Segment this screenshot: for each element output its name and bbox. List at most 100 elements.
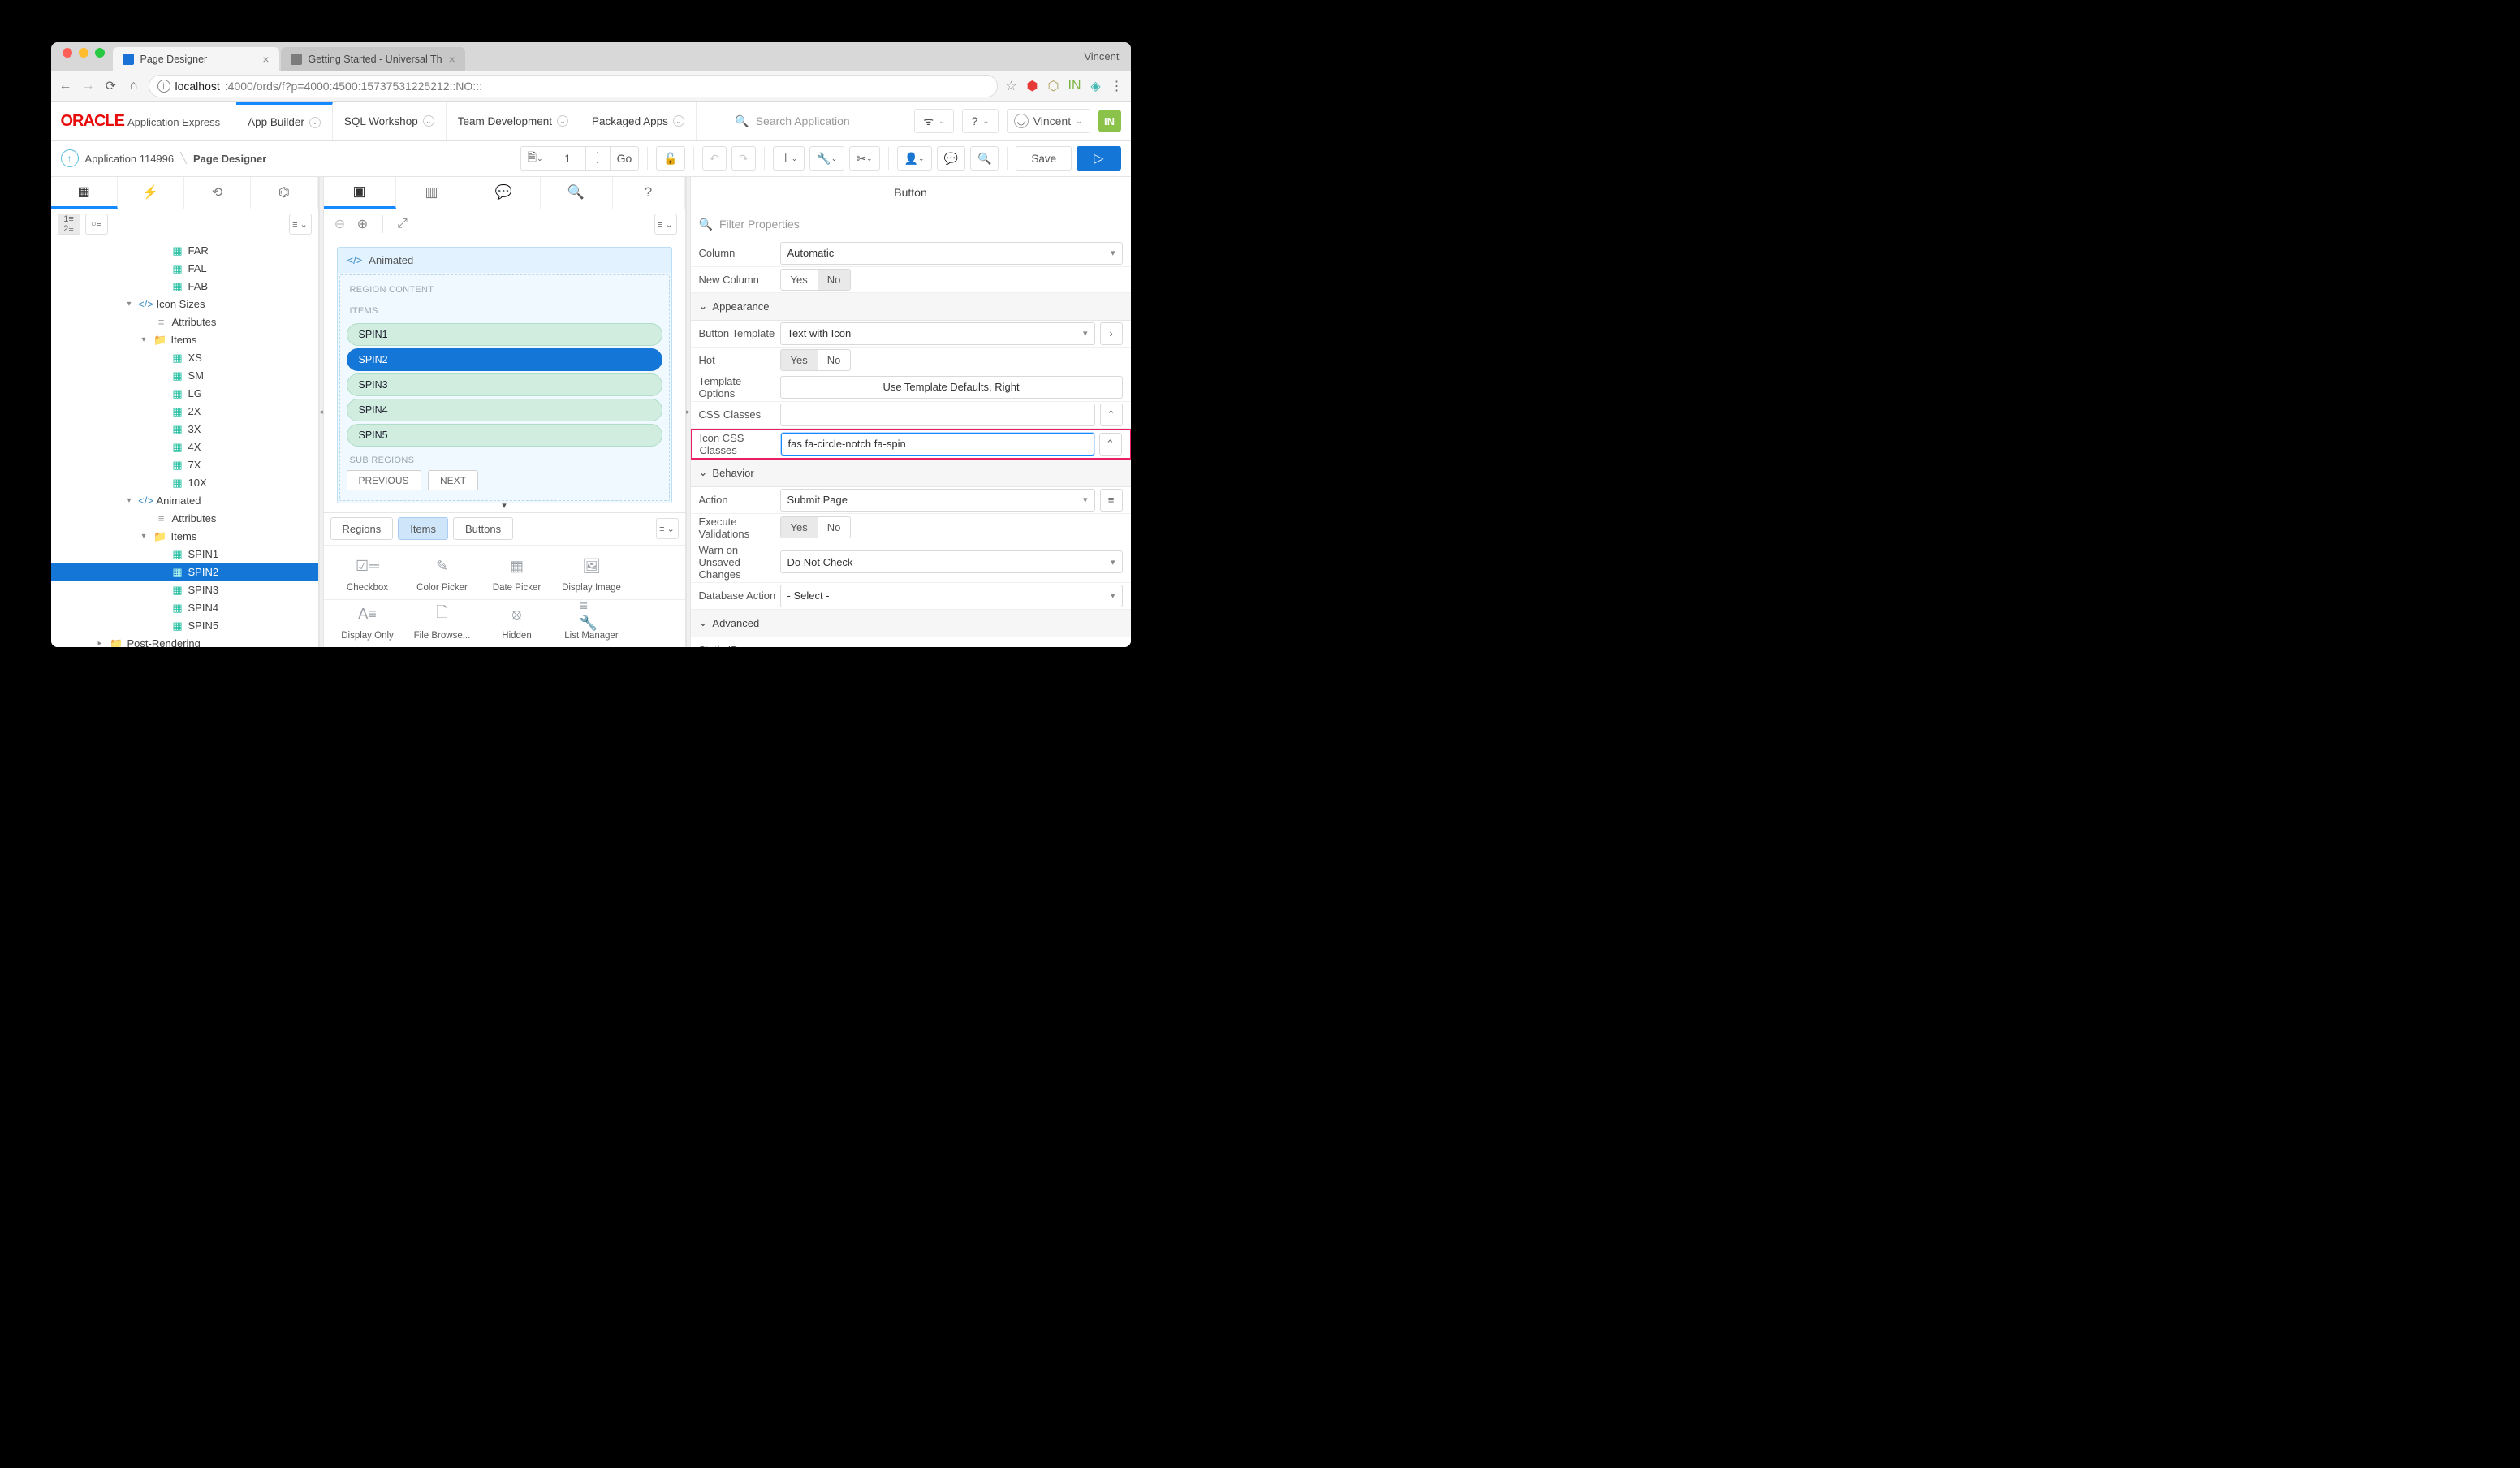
run-button[interactable]: ▷ xyxy=(1077,146,1120,171)
advisor-button[interactable]: 🔍 xyxy=(970,146,999,171)
shield-icon[interactable]: ◈ xyxy=(1089,79,1103,93)
invision-ext-icon[interactable]: IN xyxy=(1068,79,1082,93)
group-behavior[interactable]: ⌄Behavior xyxy=(691,460,1131,487)
gallery-display-image[interactable]: 🖼Display Image xyxy=(554,557,629,593)
subtab-previous[interactable]: PREVIOUS xyxy=(347,470,421,490)
menu-packaged-apps[interactable]: Packaged Apps⌄ xyxy=(580,102,697,140)
address-bar[interactable]: i localhost:4000/ords/f?p=4000:4500:1573… xyxy=(149,75,998,97)
item-spin4[interactable]: SPIN4 xyxy=(347,399,662,421)
gallery-list-manager[interactable]: ≡🔧List Manager xyxy=(554,605,629,641)
messages-tab-icon[interactable]: 💬 xyxy=(468,177,541,209)
gallery-date-picker[interactable]: ▦Date Picker xyxy=(480,557,554,593)
item-spin1[interactable]: SPIN1 xyxy=(347,323,662,346)
admin-menu[interactable]: ᯤ⌄ xyxy=(914,109,954,133)
go-button[interactable]: Go xyxy=(610,146,640,171)
menu-app-builder[interactable]: App Builder⌄ xyxy=(236,102,333,140)
utilities-menu[interactable]: 🔧⌄ xyxy=(809,146,844,171)
adblock-icon[interactable]: ⬢ xyxy=(1025,79,1040,93)
group-appearance[interactable]: ⌄Appearance xyxy=(691,293,1131,321)
subtab-next[interactable]: NEXT xyxy=(428,470,478,490)
list-button[interactable]: ≡ xyxy=(1100,489,1123,512)
input-css-classes[interactable] xyxy=(780,404,1095,426)
gallery-checkbox[interactable]: ☑═Checkbox xyxy=(330,557,405,593)
btn-template-options[interactable]: Use Template Defaults, Right xyxy=(780,376,1123,399)
zoom-window[interactable] xyxy=(95,48,105,58)
account-menu[interactable]: ◡Vincent⌄ xyxy=(1007,109,1090,133)
menu-team-dev[interactable]: Team Development⌄ xyxy=(447,102,580,140)
star-icon[interactable]: ☆ xyxy=(1004,79,1019,93)
invision-badge[interactable]: IN xyxy=(1098,110,1121,132)
select-column[interactable]: Automatic▾ xyxy=(780,242,1123,265)
crumb-app[interactable]: Application 114996 xyxy=(85,153,175,165)
comments-button[interactable]: 💬 xyxy=(937,146,965,171)
sort-type-button[interactable]: ○≡ xyxy=(85,214,108,235)
help-menu[interactable]: ?⌄ xyxy=(962,109,998,133)
toggle-hot[interactable]: YesNo xyxy=(780,349,852,371)
component-view-icon[interactable]: ▥ xyxy=(396,177,468,209)
tree-item-spin2[interactable]: ▦SPIN2 xyxy=(51,563,318,581)
forward-icon[interactable]: → xyxy=(80,78,97,94)
zoom-out-icon[interactable]: ⊖ xyxy=(332,216,348,232)
expand-icon[interactable]: ⤢ xyxy=(395,216,411,232)
gallery-tab-regions[interactable]: Regions xyxy=(330,517,394,540)
create-menu[interactable]: ＋⌄ xyxy=(773,146,805,171)
browser-tab-2[interactable]: Getting Started - Universal Th × xyxy=(281,47,465,71)
expand-button[interactable]: ⌃ xyxy=(1100,404,1123,426)
rendering-tree[interactable]: ▦FAR ▦FAL ▦FAB ▾</>Icon Sizes ≡Attribute… xyxy=(51,240,318,647)
up-icon[interactable]: ↑ xyxy=(61,149,79,167)
home-icon[interactable]: ⌂ xyxy=(126,78,142,94)
shared-tab-icon[interactable]: ⌬ xyxy=(251,177,317,209)
menu-icon[interactable]: ⋮ xyxy=(1110,79,1124,93)
tree-menu-button[interactable]: ≡ ⌄ xyxy=(289,214,312,235)
layout-tab-icon[interactable]: ▣ xyxy=(324,177,396,209)
pin-icon[interactable]: ⬡ xyxy=(1046,79,1061,93)
close-window[interactable] xyxy=(63,48,72,58)
rendering-tab-icon[interactable]: ▦ xyxy=(51,177,118,209)
gallery-color-picker[interactable]: ✎Color Picker xyxy=(405,557,480,593)
chevron-down-icon[interactable]: ▾ xyxy=(502,500,507,511)
gallery-file-browse[interactable]: 🗋File Browse... xyxy=(405,605,480,641)
minimize-window[interactable] xyxy=(79,48,88,58)
select-db-action[interactable]: - Select -▾ xyxy=(780,585,1123,607)
gallery-tab-buttons[interactable]: Buttons xyxy=(453,517,513,540)
select-action[interactable]: Submit Page▾ xyxy=(780,489,1095,512)
profile-name[interactable]: Vincent xyxy=(1084,50,1119,63)
sort-process-button[interactable]: 1≡2≡ xyxy=(58,214,80,235)
dynamic-actions-tab-icon[interactable]: ⚡ xyxy=(118,177,184,209)
gallery-tab-items[interactable]: Items xyxy=(398,517,448,540)
expand-button[interactable]: ⌃ xyxy=(1099,433,1122,456)
page-search-tab-icon[interactable]: 🔍 xyxy=(541,177,613,209)
group-advanced[interactable]: ⌄Advanced xyxy=(691,610,1131,637)
page-stepper[interactable]: ⌃⌄ xyxy=(585,146,610,171)
item-spin2[interactable]: SPIN2 xyxy=(347,348,662,371)
page-lock-button[interactable]: 🗎⌄ xyxy=(520,146,550,171)
redo-button[interactable]: ↷ xyxy=(731,146,756,171)
toggle-new-column[interactable]: YesNo xyxy=(780,269,852,291)
team-dev-menu[interactable]: 👤⌄ xyxy=(897,146,932,171)
undo-button[interactable]: ↶ xyxy=(702,146,727,171)
zoom-in-icon[interactable]: ⊕ xyxy=(355,216,371,232)
oracle-logo[interactable]: ORACLE Application Express xyxy=(61,112,221,131)
item-spin3[interactable]: SPIN3 xyxy=(347,373,662,396)
lock-button[interactable]: 🔓 xyxy=(656,146,684,171)
region-animated[interactable]: </>Animated REGION CONTENT ITEMS SPIN1 S… xyxy=(337,247,672,503)
save-button[interactable]: Save xyxy=(1016,146,1072,171)
help-tab-icon[interactable]: ? xyxy=(613,177,685,209)
select-button-template[interactable]: Text with Icon▾ xyxy=(780,322,1095,345)
close-tab-icon[interactable]: × xyxy=(262,53,269,66)
filter-properties[interactable]: 🔍Filter Properties xyxy=(691,209,1131,240)
processing-tab-icon[interactable]: ⟲ xyxy=(184,177,251,209)
reload-icon[interactable]: ⟳ xyxy=(103,78,119,94)
gallery-display-only[interactable]: A≡Display Only xyxy=(330,605,405,641)
shared-menu[interactable]: ✂⌄ xyxy=(849,146,879,171)
menu-sql-workshop[interactable]: SQL Workshop⌄ xyxy=(333,102,447,140)
gallery-hidden[interactable]: ⦻Hidden xyxy=(480,605,554,641)
gallery-menu-button[interactable]: ≡ ⌄ xyxy=(656,518,679,539)
toggle-exec-validations[interactable]: YesNo xyxy=(780,516,852,538)
goto-button[interactable]: › xyxy=(1100,322,1123,345)
site-info-icon[interactable]: i xyxy=(158,80,170,93)
select-warn-unsaved[interactable]: Do Not Check▾ xyxy=(780,550,1123,573)
input-icon-css-classes[interactable] xyxy=(781,433,1094,456)
back-icon[interactable]: ← xyxy=(58,78,74,94)
layout-canvas[interactable]: </>Animated REGION CONTENT ITEMS SPIN1 S… xyxy=(324,240,685,512)
